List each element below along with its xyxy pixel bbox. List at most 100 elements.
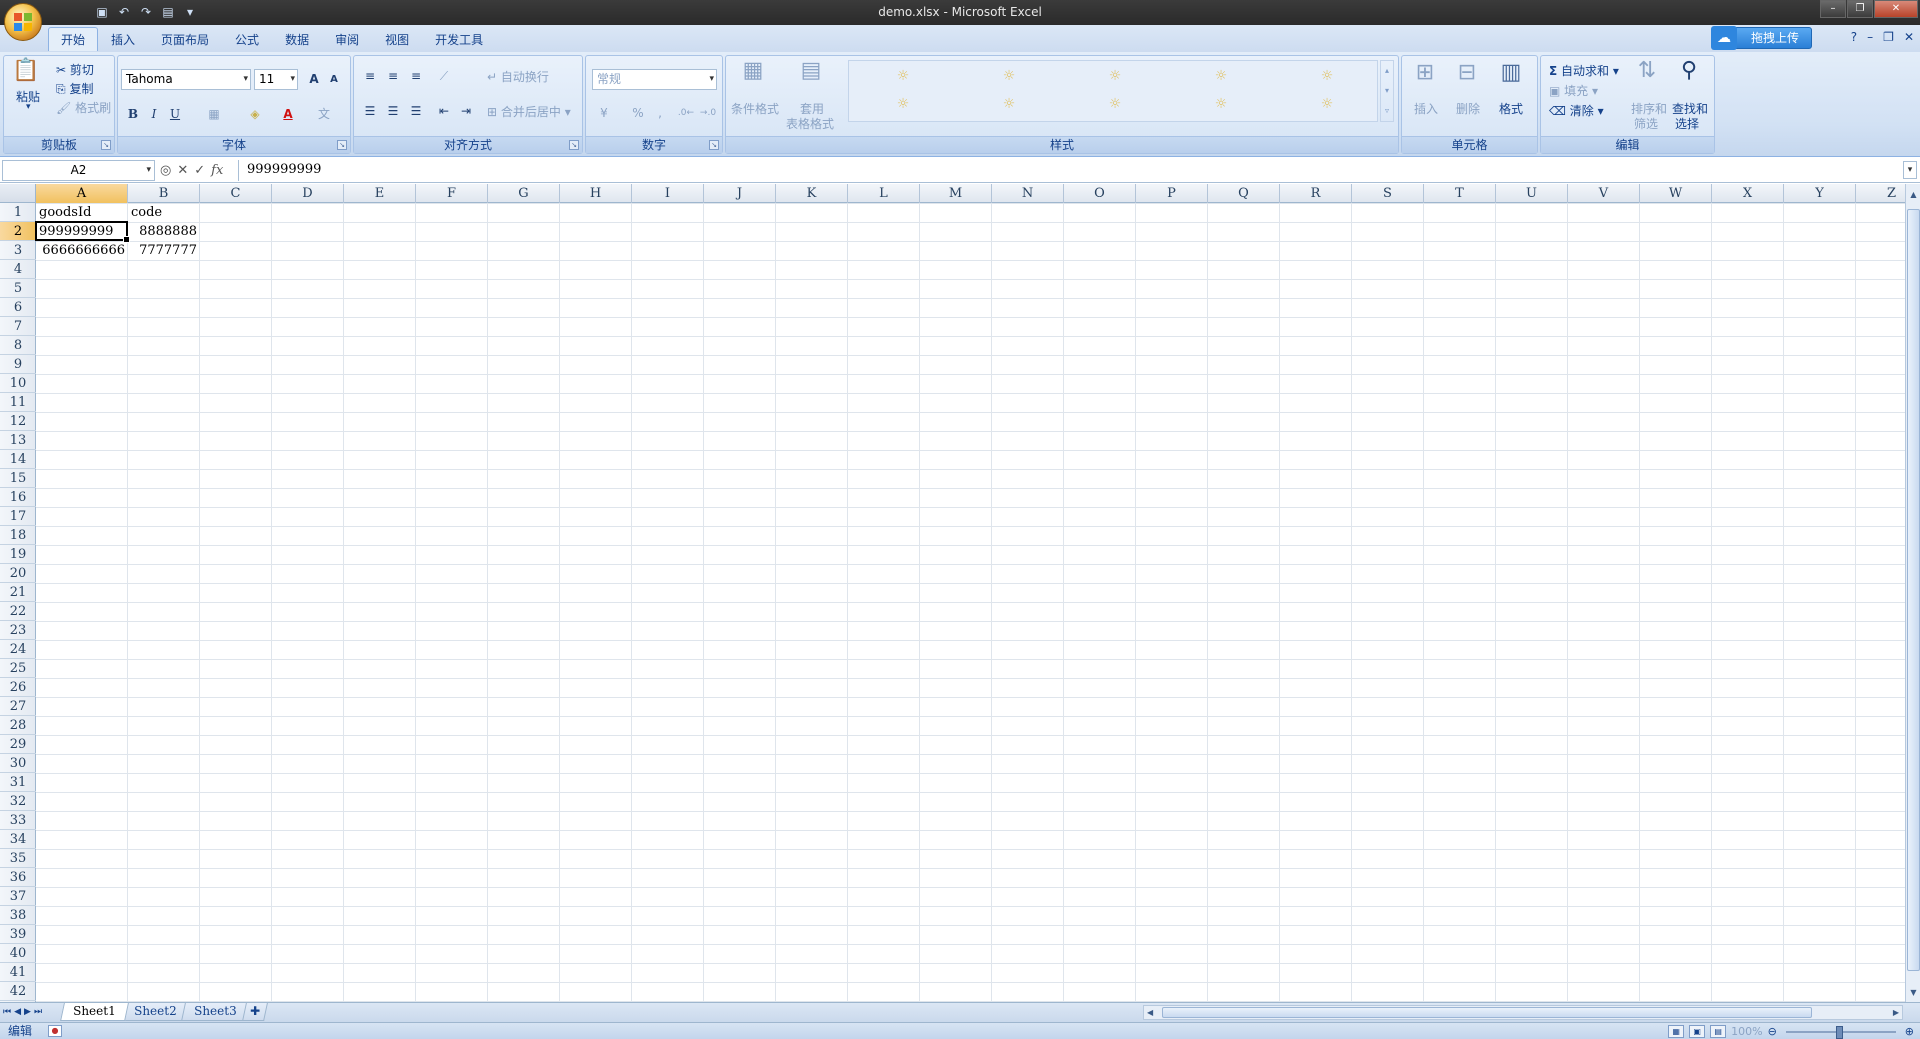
row-header-30[interactable]: 30 — [0, 754, 36, 773]
scroll-left-icon[interactable]: ◀ — [1147, 1006, 1153, 1019]
cancel-icon[interactable]: ✕ — [177, 161, 188, 180]
ribbon-minimize-icon[interactable]: – — [1867, 30, 1873, 44]
binoculars-icon[interactable]: ⚲ — [1673, 58, 1705, 84]
font-color-icon[interactable]: A — [278, 104, 298, 124]
autosum-button[interactable]: Σ 自动求和 ▾ — [1549, 62, 1619, 79]
style-swatch-icon[interactable]: ☼ — [1313, 65, 1341, 87]
sheet-tab-sheet1[interactable]: Sheet1 — [60, 1003, 129, 1021]
column-header-c[interactable]: C — [200, 184, 272, 203]
horizontal-scrollbar[interactable]: ◀ ▶ — [1143, 1005, 1903, 1020]
zoom-in-icon[interactable]: ⊕ — [1905, 1024, 1914, 1039]
column-header-i[interactable]: I — [632, 184, 704, 203]
macro-record-icon[interactable]: ● — [48, 1025, 62, 1037]
row-header-38[interactable]: 38 — [0, 906, 36, 925]
column-header-d[interactable]: D — [272, 184, 344, 203]
conditional-format-icon[interactable]: ▦ — [736, 58, 770, 84]
delete-cells-icon[interactable]: ⊟ — [1452, 60, 1482, 86]
format-cells-button[interactable]: 格式 — [1499, 100, 1523, 117]
underline-button[interactable]: U — [165, 104, 185, 124]
phonetic-icon[interactable]: 文 — [314, 104, 334, 124]
row-header-13[interactable]: 13 — [0, 431, 36, 450]
column-header-b[interactable]: B — [128, 184, 200, 203]
prev-sheet-icon[interactable]: ◀ — [14, 1005, 21, 1019]
increase-decimal-icon[interactable]: .0← — [676, 103, 696, 123]
row-header-9[interactable]: 9 — [0, 355, 36, 374]
column-header-h[interactable]: H — [560, 184, 632, 203]
currency-icon[interactable]: ¥ — [594, 103, 614, 123]
comma-button[interactable]: , — [650, 103, 670, 123]
row-header-40[interactable]: 40 — [0, 944, 36, 963]
paste-dropdown-icon[interactable]: ▾ — [26, 102, 31, 112]
merge-center-button[interactable]: ⊞ 合并后居中 ▾ — [487, 103, 571, 120]
column-header-z[interactable]: Z — [1856, 184, 1905, 203]
style-swatch-icon[interactable]: ☼ — [889, 65, 917, 87]
align-center-icon[interactable]: ☰ — [383, 101, 403, 121]
first-sheet-icon[interactable]: ⏮ — [3, 1005, 11, 1019]
column-header-v[interactable]: V — [1568, 184, 1640, 203]
font-launcher-icon[interactable]: ↘ — [337, 140, 347, 150]
row-header-19[interactable]: 19 — [0, 545, 36, 564]
align-right-icon[interactable]: ☰ — [406, 101, 426, 121]
tab-review[interactable]: 审阅 — [322, 27, 372, 51]
align-top-icon[interactable]: ≡ — [360, 66, 380, 86]
find-select-label-2[interactable]: 选择 — [1675, 115, 1699, 132]
column-header-y[interactable]: Y — [1784, 184, 1856, 203]
column-header-l[interactable]: L — [848, 184, 920, 203]
insert-cells-icon[interactable]: ⊞ — [1410, 60, 1440, 86]
row-header-18[interactable]: 18 — [0, 526, 36, 545]
cell-a2[interactable]: 999999999 — [36, 222, 128, 241]
column-header-x[interactable]: X — [1712, 184, 1784, 203]
row-header-6[interactable]: 6 — [0, 298, 36, 317]
column-header-p[interactable]: P — [1136, 184, 1208, 203]
sheet-tab-sheet2[interactable]: Sheet2 — [120, 1003, 190, 1021]
zoom-level[interactable]: 100% — [1731, 1024, 1762, 1039]
formula-input[interactable]: 999999999 — [238, 160, 1900, 181]
copy-button[interactable]: ⎘ 复制 — [56, 80, 93, 97]
gallery-scroll[interactable]: ▴ ▾ ▿ — [1380, 60, 1394, 122]
grow-font-button[interactable]: A — [304, 69, 324, 89]
row-header-20[interactable]: 20 — [0, 564, 36, 583]
format-painter-button[interactable]: 🖌 格式刷 — [56, 99, 111, 116]
cell-area[interactable]: goodsId code 999999999 8888888 6666666666 777… — [35, 203, 1905, 1002]
orientation-icon[interactable]: ⟋ — [434, 66, 454, 86]
zoom-out-icon[interactable]: ⊖ — [1768, 1024, 1777, 1039]
delete-cells-button[interactable]: 删除 — [1456, 100, 1480, 117]
row-header-17[interactable]: 17 — [0, 507, 36, 526]
wrap-text-button[interactable]: ↵ 自动换行 — [487, 68, 549, 85]
last-sheet-icon[interactable]: ⏭ — [34, 1005, 42, 1019]
bold-button[interactable]: B — [123, 104, 143, 124]
row-header-15[interactable]: 15 — [0, 469, 36, 488]
align-bottom-icon[interactable]: ≡ — [406, 66, 426, 86]
column-header-g[interactable]: G — [488, 184, 560, 203]
tab-developer[interactable]: 开发工具 — [422, 27, 496, 51]
insert-cells-button[interactable]: 插入 — [1414, 100, 1438, 117]
scroll-up-icon[interactable]: ▲ — [1907, 188, 1920, 202]
column-header-j[interactable]: J — [704, 184, 776, 203]
row-header-4[interactable]: 4 — [0, 260, 36, 279]
column-header-s[interactable]: S — [1352, 184, 1424, 203]
style-swatch-icon[interactable]: ☼ — [889, 93, 917, 115]
row-header-24[interactable]: 24 — [0, 640, 36, 659]
cell-a3[interactable]: 6666666666 — [36, 241, 128, 260]
row-header-12[interactable]: 12 — [0, 412, 36, 431]
tab-formulas[interactable]: 公式 — [222, 27, 272, 51]
number-launcher-icon[interactable]: ↘ — [709, 140, 719, 150]
style-swatch-icon[interactable]: ☼ — [1101, 93, 1129, 115]
row-header-29[interactable]: 29 — [0, 735, 36, 754]
horizontal-scroll-thumb[interactable] — [1162, 1007, 1812, 1018]
cut-button[interactable]: ✂ 剪切 — [56, 61, 94, 78]
column-header-u[interactable]: U — [1496, 184, 1568, 203]
name-box[interactable]: A2 ▾ — [2, 160, 155, 181]
row-header-10[interactable]: 10 — [0, 374, 36, 393]
conditional-format-button[interactable]: 条件格式 — [731, 100, 779, 117]
row-header-32[interactable]: 32 — [0, 792, 36, 811]
style-swatch-icon[interactable]: ☼ — [1101, 65, 1129, 87]
column-header-k[interactable]: K — [776, 184, 848, 203]
column-header-r[interactable]: R — [1280, 184, 1352, 203]
style-swatch-icon[interactable]: ☼ — [1207, 93, 1235, 115]
cell-b2[interactable]: 8888888 — [128, 222, 200, 241]
ribbon-close-icon[interactable]: ✕ — [1904, 30, 1914, 44]
font-size-combo[interactable]: 11 ▾ — [254, 69, 298, 90]
formula-options-icon[interactable]: ◎ — [160, 161, 171, 180]
row-header-3[interactable]: 3 — [0, 241, 36, 260]
